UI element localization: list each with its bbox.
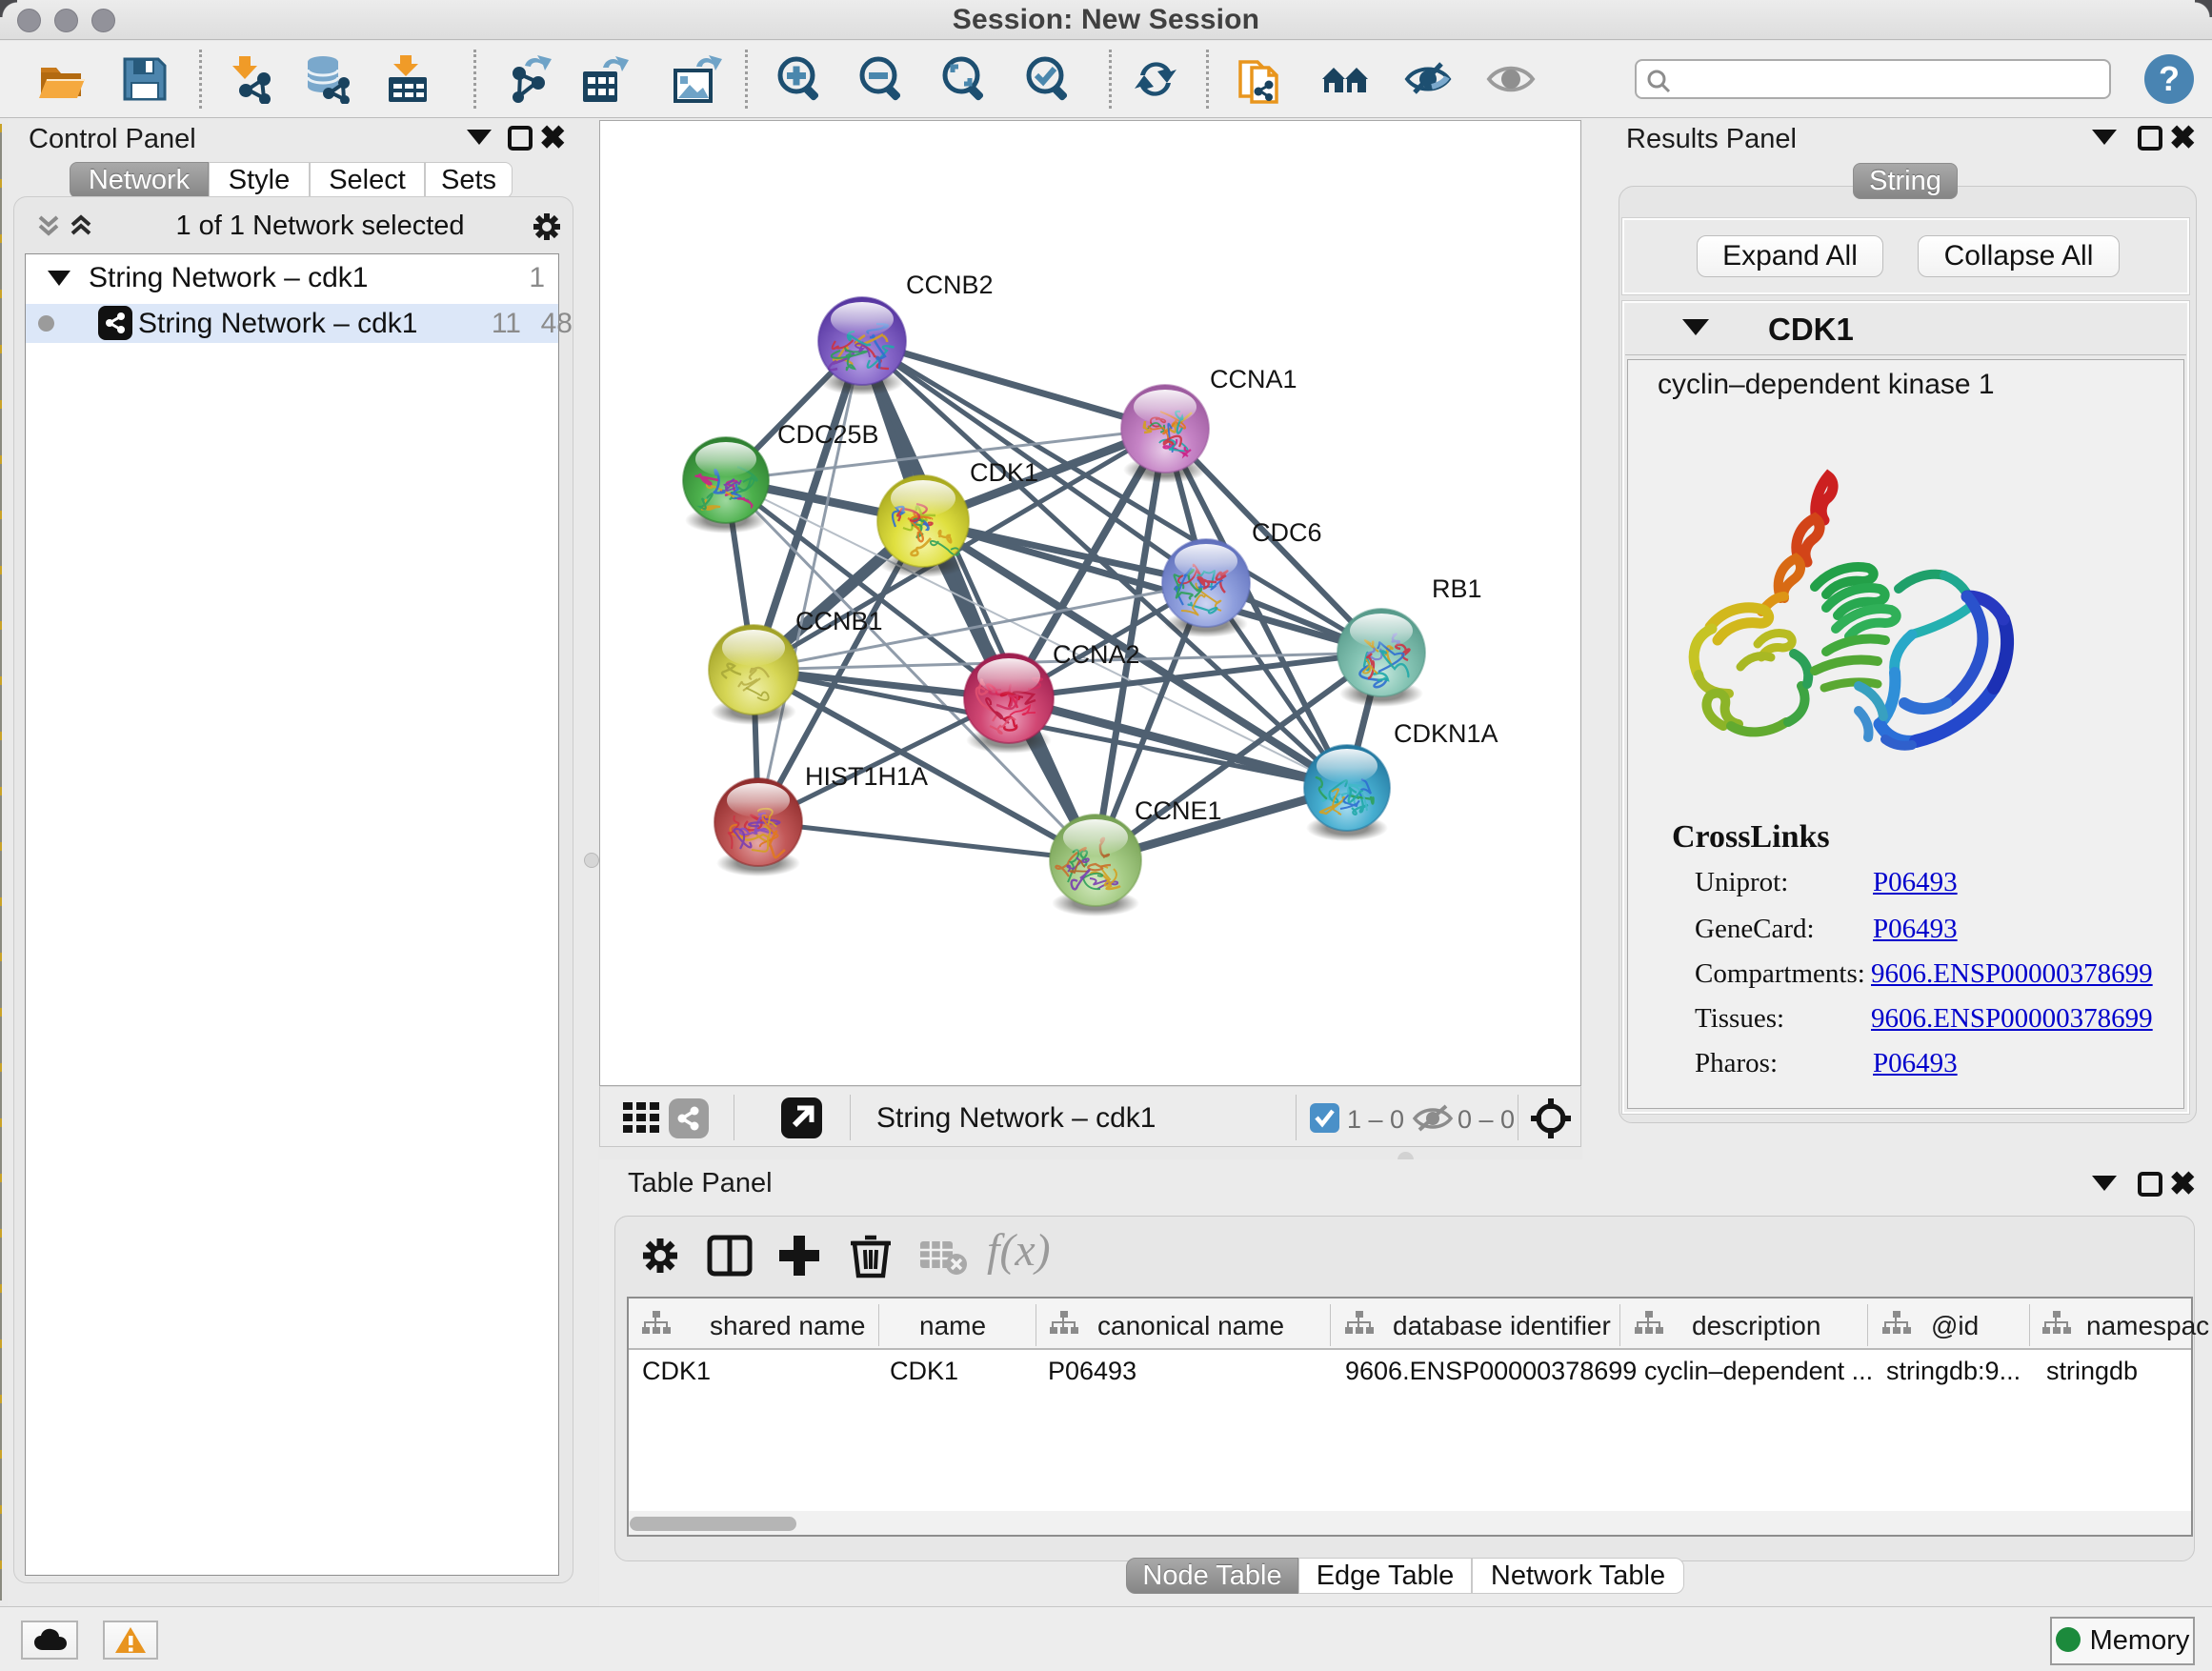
svg-text:CDC25B: CDC25B (777, 420, 879, 449)
svg-text:CCNB2: CCNB2 (906, 271, 994, 299)
svg-text:?: ? (2159, 59, 2180, 98)
svg-text:CCNA2: CCNA2 (1053, 640, 1140, 669)
svg-text:HIST1H1A: HIST1H1A (805, 762, 928, 791)
svg-text:RB1: RB1 (1432, 574, 1482, 603)
svg-text:CCNB1: CCNB1 (795, 607, 883, 635)
svg-text:CDC6: CDC6 (1252, 518, 1322, 547)
svg-text:CCNA1: CCNA1 (1210, 365, 1297, 393)
svg-text:CDKN1A: CDKN1A (1394, 719, 1498, 748)
svg-text:CDK1: CDK1 (970, 458, 1038, 487)
svg-text:CCNE1: CCNE1 (1135, 796, 1222, 825)
